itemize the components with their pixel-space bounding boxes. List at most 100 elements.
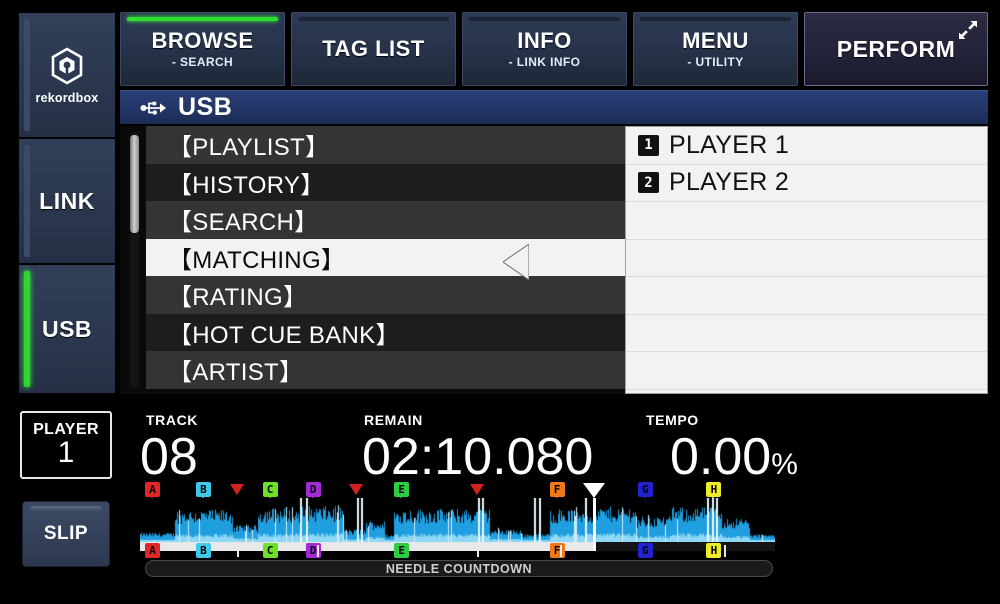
tempo-value: 0.00% xyxy=(670,431,798,483)
tab-info-sublabel: - LINK INFO xyxy=(508,55,581,70)
list-item-label: 【HISTORY】 xyxy=(168,171,325,199)
slip-button[interactable]: SLIP xyxy=(22,501,110,567)
tempo-number: 0.00 xyxy=(670,428,772,486)
list-item[interactable]: 【SEARCH】 xyxy=(146,201,625,239)
tab-info[interactable]: INFO - LINK INFO xyxy=(462,12,627,86)
tab-browse[interactable]: BROWSE - SEARCH xyxy=(120,12,285,86)
hot-cue-marker-c[interactable]: C xyxy=(262,543,278,558)
selection-arrow-icon xyxy=(503,244,529,280)
tab-browse-label: BROWSE xyxy=(151,27,254,53)
browse-scrollbar[interactable] xyxy=(130,132,139,388)
list-item[interactable]: 【HOT CUE BANK】 xyxy=(146,313,625,351)
hot-cue-c[interactable]: C xyxy=(262,482,278,497)
rail-indicator xyxy=(24,145,30,257)
hot-cue-marker-b[interactable]: B xyxy=(195,543,211,558)
memory-cue-icon xyxy=(469,484,484,495)
tab-perform[interactable]: PERFORM xyxy=(804,12,988,86)
hot-cue-d[interactable]: D xyxy=(305,482,321,497)
rail-indicator xyxy=(24,19,30,131)
player-list-pane: 1 PLAYER 1 2 PLAYER 2 xyxy=(625,126,988,394)
tab-indicator xyxy=(640,17,791,21)
list-item-label: 【SEARCH】 xyxy=(168,209,319,237)
player-list-item-empty xyxy=(626,240,987,277)
player-list-item-empty xyxy=(626,202,987,240)
player-list-item-empty xyxy=(626,315,987,352)
rail-item-rekordbox-label: rekordbox xyxy=(35,90,99,105)
hot-cue-h[interactable]: H xyxy=(706,482,722,497)
tab-info-label: INFO xyxy=(517,27,572,53)
player-number-badge: 2 xyxy=(638,172,659,194)
tab-menu-sublabel: - UTILITY xyxy=(687,55,744,70)
list-item-selected[interactable]: 【MATCHING】 xyxy=(146,238,625,276)
list-item-label: 【ARTIST】 xyxy=(168,359,304,387)
track-label: TRACK xyxy=(146,412,198,428)
memory-cue-icon xyxy=(348,484,363,495)
hot-cue-e[interactable]: E xyxy=(394,482,409,497)
playhead-icon xyxy=(583,483,606,498)
hot-cue-f[interactable]: F xyxy=(549,482,565,497)
tab-tag-list[interactable]: TAG LIST xyxy=(291,12,456,86)
remain-label: REMAIN xyxy=(364,412,423,428)
player-list-item-empty xyxy=(626,277,987,315)
hot-cue-marker-g[interactable]: G xyxy=(637,543,653,558)
device-rail: rekordbox LINK USB xyxy=(18,12,116,394)
cdj-browse-screen: BROWSE - SEARCH TAG LIST INFO - LINK INF… xyxy=(0,0,1000,604)
list-item-label: 【MATCHING】 xyxy=(168,246,346,274)
waveform-area[interactable]: A B C D E F G H A B C D E F G H NEEDLE COUNTDOWN xyxy=(140,482,775,577)
rail-item-link-label: LINK xyxy=(39,187,95,214)
tab-menu[interactable]: MENU - UTILITY xyxy=(633,12,798,86)
hot-cue-g[interactable]: G xyxy=(637,482,653,497)
rail-item-rekordbox[interactable]: rekordbox xyxy=(18,12,116,138)
hot-cue-b[interactable]: B xyxy=(195,482,211,497)
track-value: 08 xyxy=(140,428,198,486)
remain-value: 02:10.080 xyxy=(362,428,594,486)
rail-item-usb-label: USB xyxy=(41,315,93,342)
tempo-unit: % xyxy=(771,448,798,481)
hot-cue-marker-h[interactable]: H xyxy=(706,543,722,558)
list-item[interactable]: 【HISTORY】 xyxy=(146,163,625,201)
hot-cue-a[interactable]: A xyxy=(145,482,161,497)
waveform-canvas[interactable] xyxy=(140,498,775,542)
list-item[interactable]: 【PLAYLIST】 xyxy=(146,126,625,164)
list-item[interactable]: 【ARTIST】 xyxy=(146,351,625,389)
tab-active-indicator xyxy=(127,17,278,21)
player-indicator: PLAYER 1 xyxy=(20,411,112,479)
tab-indicator xyxy=(469,17,620,21)
tab-indicator xyxy=(298,17,449,21)
player-list-item[interactable]: 1 PLAYER 1 xyxy=(626,127,987,165)
playhead-line xyxy=(593,498,597,551)
hot-cue-marker-a[interactable]: A xyxy=(145,543,161,558)
rail-indicator-active xyxy=(24,271,30,387)
list-item-label: 【HOT CUE BANK】 xyxy=(168,321,400,349)
browse-list: 【PLAYLIST】 【HISTORY】 【SEARCH】 【MATCHING】… xyxy=(120,126,625,394)
browse-scrollbar-thumb[interactable] xyxy=(130,135,139,233)
player-list-item-label: PLAYER 2 xyxy=(669,168,790,197)
rail-item-usb[interactable]: USB xyxy=(18,264,116,394)
needle-countdown-bar: NEEDLE COUNTDOWN xyxy=(145,560,773,577)
browse-list-rows: 【PLAYLIST】 【HISTORY】 【SEARCH】 【MATCHING】… xyxy=(146,126,625,389)
player-list-item-label: PLAYER 1 xyxy=(669,130,790,159)
tab-bar: BROWSE - SEARCH TAG LIST INFO - LINK INF… xyxy=(120,12,988,86)
source-bar[interactable]: USB xyxy=(120,90,988,124)
player-list-item[interactable]: 2 PLAYER 2 xyxy=(626,165,987,202)
rekordbox-logo-icon xyxy=(51,47,83,84)
hot-cue-row-top: A B C D E F G H xyxy=(140,482,775,543)
player-number-badge: 1 xyxy=(638,134,659,156)
hot-cue-row-bottom: ABCDEFGH xyxy=(140,543,775,559)
rail-item-link[interactable]: LINK xyxy=(18,138,116,264)
hot-cue-marker-e[interactable]: E xyxy=(394,543,409,558)
memory-cue-tick xyxy=(724,545,727,557)
source-bar-label: USB xyxy=(178,93,233,121)
memory-cue-icon xyxy=(229,484,244,495)
list-item-label: 【RATING】 xyxy=(168,284,308,312)
expand-arrows-icon xyxy=(959,21,977,39)
usb-icon xyxy=(140,101,166,115)
tab-perform-label: PERFORM xyxy=(836,35,956,62)
tab-tag-list-label: TAG LIST xyxy=(322,36,425,62)
tab-browse-sublabel: - SEARCH xyxy=(171,55,234,70)
memory-cue-tick xyxy=(560,545,563,557)
list-item[interactable]: 【RATING】 xyxy=(146,276,625,314)
slip-button-label: SLIP xyxy=(43,523,89,544)
memory-cue-tick xyxy=(476,545,479,557)
player-list-item-empty xyxy=(626,352,987,390)
